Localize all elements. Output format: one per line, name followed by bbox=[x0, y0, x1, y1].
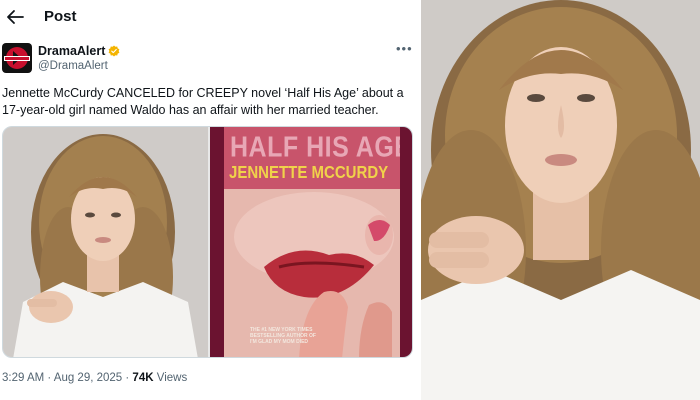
cover-blurb: THE #1 NEW YORK TIMES BESTSELLING AUTHOR… bbox=[250, 327, 316, 345]
dramaalert-logo-icon bbox=[2, 43, 32, 73]
media-image-portrait[interactable] bbox=[3, 127, 208, 357]
tweet-panel: Post DramaAlert @DramaAlert ••• Jennette… bbox=[0, 0, 421, 400]
tweet-timestamp[interactable]: 3:29 AM · Aug 29, 2025 · bbox=[2, 372, 132, 384]
arrow-left-icon[interactable] bbox=[6, 9, 24, 25]
book-cover: HALF HIS AGE JENNETTE MCCURDY THE #1 NEW… bbox=[224, 127, 400, 357]
author-handle[interactable]: @DramaAlert bbox=[38, 60, 108, 72]
author-name: DramaAlert bbox=[38, 44, 106, 58]
top-bar: Post bbox=[0, 0, 421, 34]
cover-author: JENNETTE MCCURDY bbox=[229, 163, 389, 183]
verified-badge-icon bbox=[108, 45, 120, 57]
page-title: Post bbox=[44, 8, 77, 25]
media-grid: HALF HIS AGE JENNETTE MCCURDY THE #1 NEW… bbox=[2, 126, 413, 358]
more-options-icon[interactable]: ••• bbox=[396, 41, 413, 56]
views-label: Views bbox=[153, 372, 188, 384]
tweet-text: Jennette McCurdy CANCELED for CREEPY nov… bbox=[2, 86, 404, 117]
portrait-photo-large-art bbox=[421, 0, 700, 400]
portrait-photo bbox=[3, 127, 208, 357]
author-name-row[interactable]: DramaAlert bbox=[38, 44, 120, 58]
cover-blurb-line: I'M GLAD MY MOM DIED bbox=[250, 339, 309, 345]
view-count: 74K bbox=[132, 372, 154, 384]
media-image-book-cover[interactable]: HALF HIS AGE JENNETTE MCCURDY THE #1 NEW… bbox=[210, 127, 412, 357]
cover-title: HALF HIS AGE bbox=[230, 131, 400, 164]
portrait-photo-large bbox=[421, 0, 700, 400]
avatar[interactable] bbox=[2, 43, 32, 73]
tweet-meta: 3:29 AM · Aug 29, 2025 · 74K Views bbox=[2, 372, 187, 384]
